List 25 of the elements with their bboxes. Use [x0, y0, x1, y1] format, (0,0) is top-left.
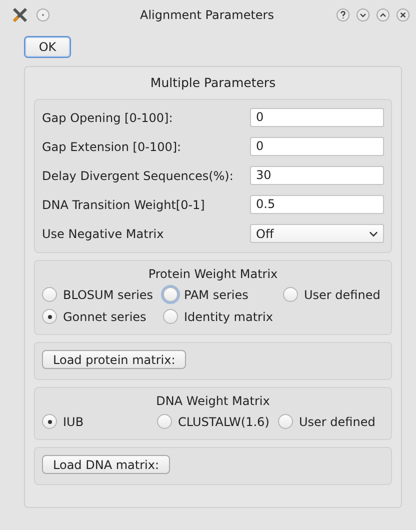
panel-title: Multiple Parameters — [149, 74, 277, 92]
field-label: Gap Extension [0-100]: — [42, 140, 182, 154]
dropdown[interactable]: Off — [250, 224, 384, 243]
radio-option[interactable]: Gonnet series — [42, 309, 163, 324]
field-label: Gap Opening [0-100]: — [42, 110, 173, 124]
radio-option[interactable]: BLOSUM series — [42, 287, 163, 302]
window-title: Alignment Parameters — [139, 8, 274, 22]
field-label: Delay Divergent Sequences(%): — [42, 168, 234, 182]
field-label: DNA Transition Weight[0-1] — [42, 198, 205, 212]
input-field[interactable]: 0 — [250, 137, 384, 156]
input-field[interactable]: 30 — [250, 166, 384, 185]
field-label: Use Negative Matrix — [42, 226, 164, 240]
radio-option[interactable]: IUB — [42, 414, 157, 429]
radio-option[interactable]: User defined — [283, 287, 384, 302]
group-title: DNA Weight Matrix — [155, 393, 271, 410]
radio-option[interactable]: PAM series — [163, 287, 283, 302]
load-dna-button[interactable]: Load DNA matrix: — [42, 455, 170, 474]
group-title: Protein Weight Matrix — [147, 266, 279, 283]
radio-option[interactable]: User defined — [278, 414, 384, 429]
radio-option[interactable]: Identity matrix — [163, 309, 283, 324]
input-field[interactable]: 0.5 — [250, 195, 384, 214]
radio-option[interactable]: CLUSTALW(1.6) — [157, 414, 278, 429]
load-protein-button[interactable]: Load protein matrix: — [42, 350, 186, 369]
input-field[interactable]: 0 — [250, 108, 384, 127]
ok-button[interactable]: OK — [24, 36, 71, 58]
